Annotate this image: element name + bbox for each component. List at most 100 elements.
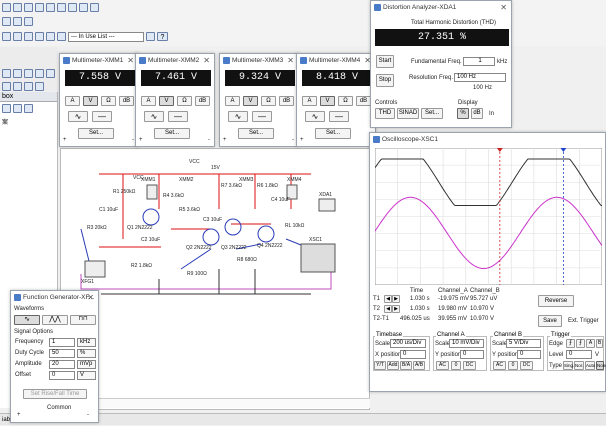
indicator-icon[interactable]	[35, 82, 44, 91]
signal-option-unit[interactable]: mVp	[77, 360, 96, 369]
list-icon[interactable]	[57, 32, 66, 41]
dc-mode-icon[interactable]: —	[252, 111, 272, 122]
multimeter-mode-button[interactable]: Ω	[261, 96, 276, 106]
ttl-icon[interactable]	[2, 82, 11, 91]
multimeter-mode-button[interactable]: V	[83, 96, 98, 106]
channel-a-ac-button[interactable]: AC	[436, 361, 449, 370]
undo-icon[interactable]	[79, 3, 88, 12]
channel-b-zero-button[interactable]: 0	[508, 361, 518, 370]
cmos-icon[interactable]	[13, 82, 22, 91]
multimeter-mode-button[interactable]: A	[141, 96, 156, 106]
signal-option-unit[interactable]: kHz	[77, 338, 96, 347]
channel-b-ypos-field[interactable]: 0	[517, 350, 541, 359]
multimeter-title-bar[interactable]: Multimeter-XMM2 ✕	[136, 54, 214, 67]
channel-a-trigger-icon[interactable]: A	[586, 339, 595, 348]
multimeter-mode-button[interactable]: dB	[195, 96, 210, 106]
copy-icon[interactable]	[57, 3, 66, 12]
multimeter-mode-button[interactable]: A	[225, 96, 240, 106]
cut-icon[interactable]	[46, 3, 55, 12]
in-use-list-select[interactable]: --- In Use List ---	[68, 31, 144, 42]
close-icon[interactable]: ✕	[87, 291, 94, 304]
close-icon[interactable]: ✕	[287, 54, 294, 67]
mixed-icon[interactable]	[24, 82, 33, 91]
grapher-icon[interactable]	[2, 32, 11, 41]
reverse-button[interactable]: Reverse	[538, 295, 574, 307]
signal-option-field[interactable]: 1	[49, 338, 75, 347]
open-file-icon[interactable]	[13, 3, 22, 12]
percent-button[interactable]: %	[457, 108, 469, 119]
ba-mode-button[interactable]: B/A	[400, 361, 412, 370]
multimeter-mode-button[interactable]: A	[65, 96, 80, 106]
signal-option-unit[interactable]: %	[77, 349, 96, 358]
level-field[interactable]: 0	[566, 350, 592, 359]
t1-left-arrow-icon[interactable]: ◀	[384, 295, 392, 303]
close-icon[interactable]: ✕	[127, 54, 134, 67]
ac-mode-icon[interactable]: ∿	[144, 111, 164, 122]
oscilloscope-screen[interactable]	[375, 148, 602, 285]
multimeter-mode-button[interactable]: dB	[356, 96, 371, 106]
multimeter-set-button[interactable]: Set...	[238, 128, 274, 139]
square-wave-button[interactable]: ⊓⊓	[70, 315, 96, 325]
channel-b-trigger-icon[interactable]: B	[596, 339, 603, 348]
folder-icon[interactable]	[2, 104, 11, 113]
multimeter-title-bar[interactable]: Multimeter-XMM3 ✕	[220, 54, 298, 67]
multimeter-mode-button[interactable]: dB	[279, 96, 294, 106]
signal-option-field[interactable]: 20	[49, 360, 75, 369]
triangle-wave-button[interactable]: ⋀⋀	[42, 315, 68, 325]
multimeter-mode-button[interactable]: V	[159, 96, 174, 106]
yt-mode-button[interactable]: Y/T	[374, 361, 386, 370]
print-icon[interactable]	[35, 3, 44, 12]
channel-a-ypos-field[interactable]: 0	[460, 350, 484, 359]
channel-b-ac-button[interactable]: AC	[493, 361, 506, 370]
falling-edge-icon[interactable]: ⨍	[576, 339, 585, 348]
dc-mode-icon[interactable]: —	[92, 111, 112, 122]
ab-mode-button[interactable]: A/B	[413, 361, 425, 370]
signal-option-unit[interactable]: V	[77, 371, 96, 380]
basic-icon[interactable]	[13, 69, 22, 78]
multimeter-mode-button[interactable]: Ω	[177, 96, 192, 106]
save-button[interactable]: Save	[538, 315, 562, 327]
zoom-fit-icon[interactable]	[24, 17, 33, 26]
source-icon[interactable]	[2, 69, 11, 78]
signal-option-field[interactable]: 0	[49, 371, 75, 380]
db-button[interactable]: dB	[471, 108, 483, 119]
paste-icon[interactable]	[68, 3, 77, 12]
multimeter-mode-button[interactable]: A	[302, 96, 317, 106]
schematic-workspace[interactable]: VCC 15V VCC R1 250kΩ R4 3.6kΩ R5 3.6kΩ R…	[60, 148, 370, 410]
sinad-button[interactable]: SINAD	[397, 108, 419, 119]
zoom-out-icon[interactable]	[13, 17, 22, 26]
t2-left-arrow-icon[interactable]: ◀	[384, 305, 392, 313]
multimeter-title-bar[interactable]: Multimeter-XMM4 ✕	[297, 54, 375, 67]
panel-tree-item[interactable]: 案	[0, 115, 57, 128]
function-generator-title-bar[interactable]: Function Generator-XF... ✕	[11, 291, 98, 304]
multimeter-set-button[interactable]: Set...	[315, 128, 351, 139]
zoom-in-icon[interactable]	[2, 17, 11, 26]
auto-trigger-button[interactable]: Auto	[585, 361, 595, 370]
multimeter-mode-button[interactable]: V	[320, 96, 335, 106]
component-icon[interactable]	[13, 32, 22, 41]
multimeter-mode-button[interactable]: Ω	[101, 96, 116, 106]
x-position-field[interactable]: 0	[400, 350, 426, 359]
stop-button[interactable]: Stop	[376, 74, 394, 87]
diode-icon[interactable]	[24, 69, 33, 78]
dc-mode-icon[interactable]: —	[329, 111, 349, 122]
save-icon[interactable]	[24, 3, 33, 12]
t2-right-arrow-icon[interactable]: ▶	[392, 305, 400, 313]
channel-a-dc-button[interactable]: DC	[463, 361, 476, 370]
ac-mode-icon[interactable]: ∿	[305, 111, 325, 122]
set-button[interactable]: Set...	[421, 108, 443, 119]
multimeter-set-button[interactable]: Set...	[78, 128, 114, 139]
normal-trigger-button[interactable]: Nor.	[574, 361, 584, 370]
add-mode-button[interactable]: Add	[387, 361, 399, 370]
none-trigger-button[interactable]: None	[596, 361, 606, 370]
redo-icon[interactable]	[90, 3, 99, 12]
signal-option-field[interactable]: 50	[49, 349, 75, 358]
multimeter-set-button[interactable]: Set...	[154, 128, 190, 139]
oscilloscope-title-bar[interactable]: Oscilloscope-XSC1	[370, 133, 605, 146]
netlist-icon[interactable]	[46, 32, 55, 41]
channel-a-zero-button[interactable]: 0	[451, 361, 461, 370]
close-icon[interactable]: ✕	[500, 1, 507, 14]
thd-button[interactable]: THD	[375, 108, 395, 119]
single-trigger-button[interactable]: Sing.	[563, 361, 574, 370]
multimeter-mode-button[interactable]: Ω	[338, 96, 353, 106]
